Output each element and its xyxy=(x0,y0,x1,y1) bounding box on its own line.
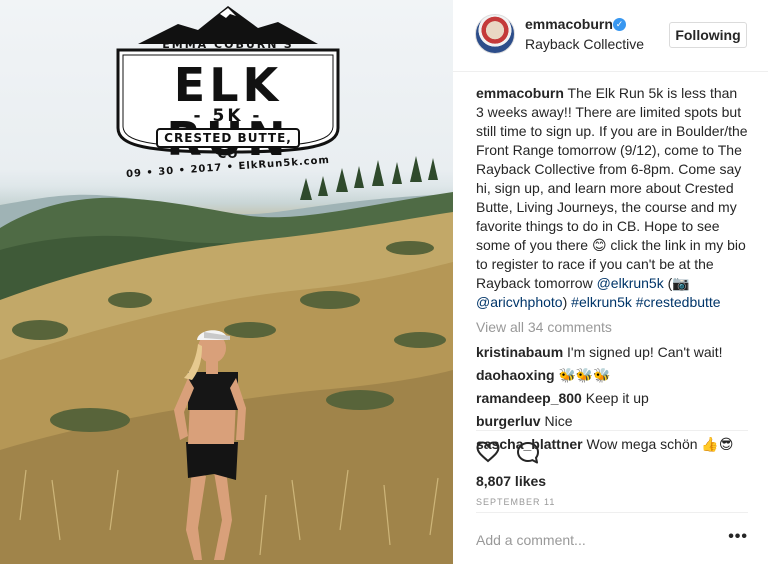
post-photo[interactable]: EMMA COBURN'S ELK RUN - 5K - CRESTED BUT… xyxy=(0,0,453,564)
likes-count[interactable]: 8,807 likes xyxy=(476,473,546,489)
avatar[interactable] xyxy=(475,14,515,54)
add-comment-bar: ••• xyxy=(476,512,748,564)
comment-text: Keep it up xyxy=(581,390,649,406)
comment-item: ramandeep_800 Keep it up xyxy=(476,389,748,408)
logo-distance: - 5K - xyxy=(193,106,263,126)
logo-subtitle: EMMA COBURN'S xyxy=(162,38,294,51)
comment-username[interactable]: burgerluv xyxy=(476,413,541,429)
comment-bubble-icon[interactable] xyxy=(516,441,540,465)
post-date[interactable]: SEPTEMBER 11 xyxy=(476,497,555,507)
like-heart-icon[interactable] xyxy=(476,441,500,463)
view-all-comments-link[interactable]: View all 34 comments xyxy=(476,318,748,337)
post-caption: emmacoburn The Elk Run 5k is less than 3… xyxy=(476,84,748,312)
caption-text-1: The Elk Run 5k is less than 3 weeks away… xyxy=(476,85,748,291)
hashtag-link-1[interactable]: #elkrun5k xyxy=(571,294,632,310)
comment-text: I'm signed up! Can't wait! xyxy=(563,344,723,360)
comment-text: Nice xyxy=(540,413,573,429)
comment-username[interactable]: daohaoxing xyxy=(476,367,555,383)
logo-location: CRESTED BUTTE, CO xyxy=(156,128,300,161)
caption-username[interactable]: emmacoburn xyxy=(476,85,564,101)
hashtag-link-2[interactable]: #crestedbutte xyxy=(636,294,721,310)
more-options-icon[interactable]: ••• xyxy=(728,528,748,546)
post-header: emmacoburn ✓ Rayback Collective Followin… xyxy=(453,0,768,72)
elk-run-logo: EMMA COBURN'S ELK RUN - 5K - CRESTED BUT… xyxy=(108,0,348,188)
post-location[interactable]: Rayback Collective xyxy=(525,36,644,52)
comment-item: burgerluv Nice xyxy=(476,412,748,431)
mention-link-1[interactable]: @elkrun5k xyxy=(597,275,664,291)
comments-list: emmacoburn The Elk Run 5k is less than 3… xyxy=(476,84,748,458)
add-comment-input[interactable] xyxy=(476,529,706,551)
caption-text-2: (📷 xyxy=(663,275,690,291)
post-username[interactable]: emmacoburn xyxy=(525,16,613,32)
mention-link-2[interactable]: @aricvhphoto xyxy=(476,294,563,310)
comment-username[interactable]: ramandeep_800 xyxy=(476,390,582,406)
verified-badge-icon: ✓ xyxy=(613,18,626,31)
comment-item: kristinabaum I'm signed up! Can't wait! xyxy=(476,343,748,362)
comment-text: 🐝🐝🐝 xyxy=(554,367,611,383)
comment-username[interactable]: kristinabaum xyxy=(476,344,563,360)
post-side-panel: emmacoburn ✓ Rayback Collective Followin… xyxy=(453,0,768,564)
following-button[interactable]: Following xyxy=(669,22,747,48)
caption-text-3: ) xyxy=(562,294,572,310)
comment-item: daohaoxing 🐝🐝🐝 xyxy=(476,366,748,385)
